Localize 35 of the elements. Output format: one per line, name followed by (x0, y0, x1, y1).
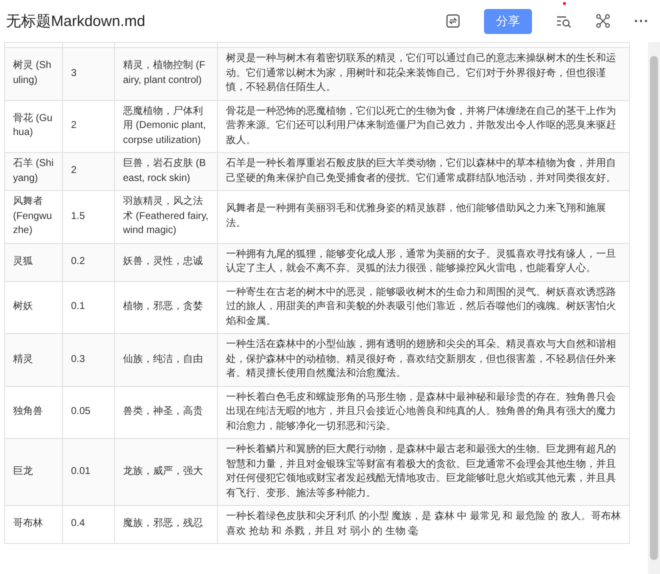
description-cell: 树灵是一种与树木有着密切联系的精灵，它们可以通过自己的意志来操纵树木的生长和运动。它们通常以树木为家，用树叶和花朵来装饰自己。它们对于外界很好奇，但也很谨慎，不轻易信任陌生人。 (218, 48, 630, 100)
value-cell: 2 (62, 152, 114, 190)
list-search-icon[interactable] (556, 14, 572, 28)
description-cell: 一种拥有九尾的狐狸，能够变化成人形，通常为美丽的女子。灵狐喜欢寻找有缘人，一旦认定了主人，就会不离不弃。灵狐的法力很强，能够操控风火雷电，也能看穿人心。 (218, 243, 630, 281)
description-cell: 风舞者是一种拥有美丽羽毛和优雅身姿的精灵族群，他们能够借助风之力来飞翔和施展法。 (218, 190, 630, 243)
nodes-icon[interactable] (596, 14, 610, 28)
name-cell: 精灵 (4, 334, 62, 386)
description-cell: 石羊是一种长着厚重岩石般皮肤的巨大羊类动物，它们以森林中的草本植物为食，并用自己坚硬的角来保护自己免受捕食者的侵扰。它们通常成群结队地活动，并对同类很友好。 (218, 152, 630, 190)
tags-cell: 仙族，纯洁，自由 (114, 334, 218, 386)
tags-cell: 魔族，邪恶，残忍 (114, 506, 218, 544)
name-cell: 巨龙 (4, 438, 62, 506)
value-cell: 0.3 (62, 334, 114, 386)
name-cell: 风舞者 (Fengwuzhe) (4, 190, 62, 243)
name-cell: 灵狐 (4, 243, 62, 281)
scrollbar[interactable] (648, 42, 660, 574)
tags-cell: 精灵，植物控制 (Fairy, plant control) (114, 48, 218, 100)
name-cell: 石羊 (Shiyang) (4, 152, 62, 190)
tags-cell: 龙族，威严，强大 (114, 438, 218, 506)
name-cell: 哥布林 (4, 506, 62, 544)
name-cell: 树灵 (Shuling) (4, 48, 62, 100)
swap-icon[interactable] (446, 14, 460, 28)
document-title: 无标题Markdown.md (6, 12, 146, 30)
tags-cell: 巨兽，岩石皮肤 (Beast, rock skin) (114, 152, 218, 190)
value-cell: 0.2 (62, 243, 114, 281)
description-cell: 一种长着鳞片和翼膀的巨大爬行动物，是森林中最古老和最强大的生物。巨龙拥有超凡的智慧和力量，并且对金银珠宝等财富有着极大的贪欲。巨龙通常不会理会其他生物，并且对任何侵犯它领地或财宝者发起残酷无情地攻击。巨龙能够吐息火焰或其他元素，并且具有飞行、变形、施法等多种能力。 (218, 438, 630, 506)
value-cell: 0.01 (62, 438, 114, 506)
tags-cell: 羽族精灵，风之法术 (Feathered fairy, wind magic) (114, 190, 218, 243)
value-cell: 3 (62, 48, 114, 100)
description-cell: 一种生活在森林中的小型仙族，拥有透明的翅膀和尖尖的耳朵。精灵喜欢与大自然和谐相处，保护森林中的动植物。精灵很好奇，喜欢结交新朋友，但也很害羞，不轻易信任外来者。精灵擅长使用自然魔法和治愈魔法。 (218, 334, 630, 386)
description-cell: 一种长着绿色皮肤和尖牙利爪 的小型 魔族，是 森林 中 最常见 和 最危险 的 敌人。哥布林喜欢 抢劫 和 杀戮，并且 对 弱小 的 生物 毫 (218, 506, 630, 544)
value-cell: 1.5 (62, 190, 114, 243)
share-button[interactable]: 分享 (484, 8, 532, 34)
tags-cell: 妖兽，灵性，忠诚 (114, 243, 218, 281)
value-cell: 0.4 (62, 506, 114, 544)
more-icon[interactable] (634, 19, 648, 23)
